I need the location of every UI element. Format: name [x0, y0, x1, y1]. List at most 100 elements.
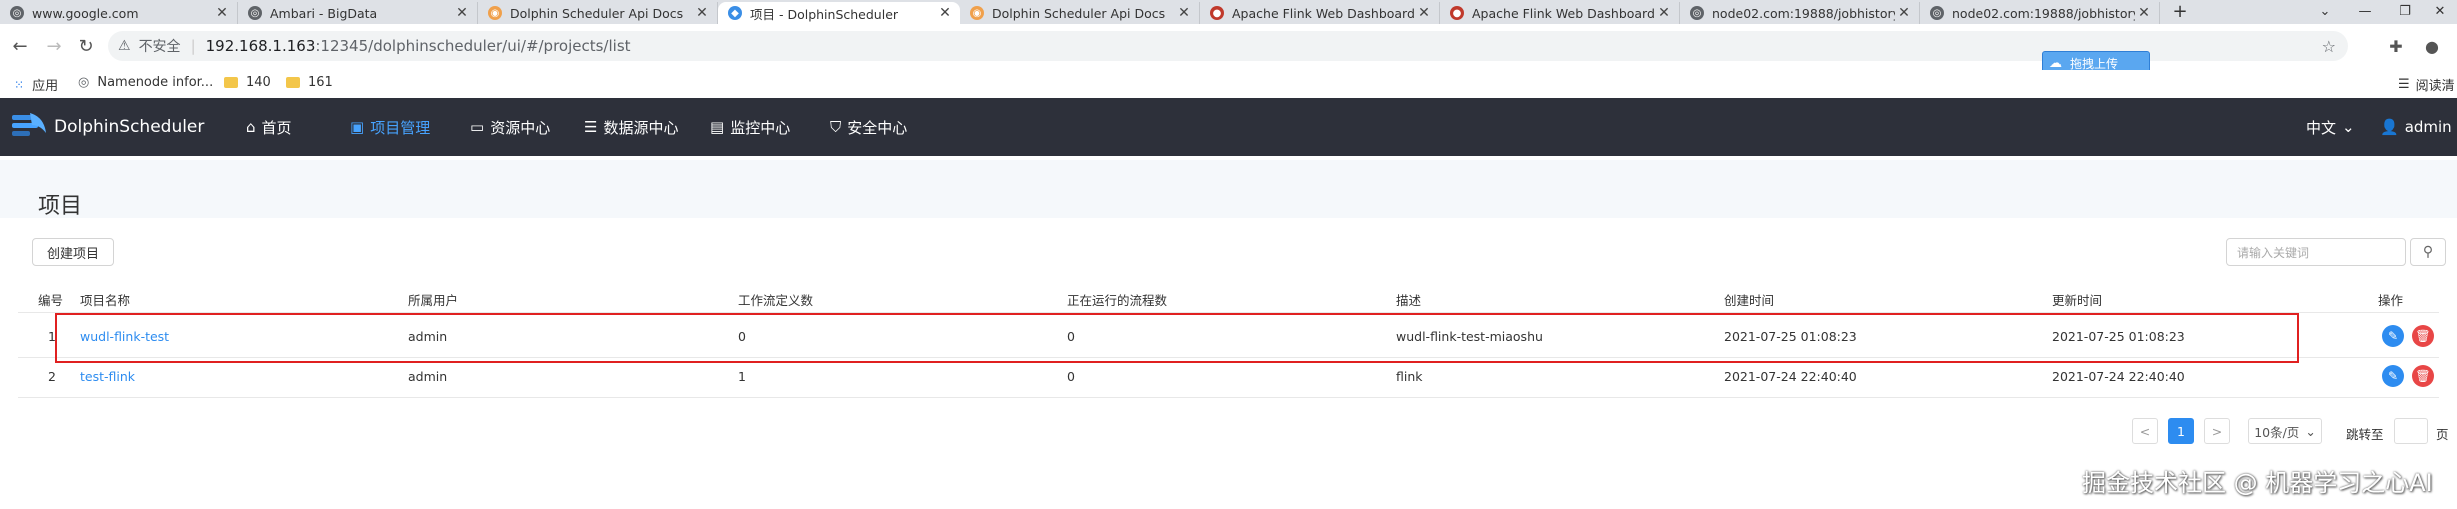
bookmark-140[interactable]: 140	[224, 75, 271, 90]
page-1-button[interactable]: 1	[2168, 418, 2194, 444]
search-input[interactable]: 请输入关键词	[2226, 238, 2406, 266]
highlight-annotation	[55, 313, 2299, 363]
globe-icon: ◎	[78, 75, 90, 90]
bookmark-namenode[interactable]: ◎ Namenode infor...	[78, 75, 213, 90]
browser-tab[interactable]: ◉ Dolphin Scheduler Api Docs ✕	[960, 2, 1200, 24]
close-tab-icon[interactable]: ✕	[1175, 5, 1193, 21]
url-path: :12345/dolphinscheduler/ui/#/projects/li…	[315, 37, 631, 55]
col-actions: 操作	[2378, 293, 2404, 308]
logo[interactable]: DolphinScheduler	[10, 98, 204, 156]
api-docs-icon: ◉	[488, 6, 502, 20]
edit-button[interactable]: ✎	[2382, 365, 2404, 387]
jump-label: 跳转至	[2346, 427, 2384, 442]
trash-icon: 🗑	[2415, 369, 2431, 383]
chevron-down-icon: ⌄	[2342, 118, 2355, 136]
nav-datasource-center[interactable]: ☰ 数据源中心	[584, 98, 678, 156]
profile-icon[interactable]: ●	[2420, 34, 2444, 58]
close-tab-icon[interactable]: ✕	[936, 5, 954, 21]
url-bar[interactable]: ⚠ 不安全 | 192.168.1.163:12345/dolphinsched…	[108, 31, 2348, 61]
close-tab-icon[interactable]: ✕	[1655, 5, 1673, 21]
next-page-button[interactable]: >	[2204, 418, 2230, 444]
create-project-button[interactable]: 创建项目	[32, 238, 114, 266]
forward-icon[interactable]: →	[42, 34, 66, 58]
trash-icon: 🗑	[2415, 329, 2431, 343]
close-tab-icon[interactable]: ✕	[1895, 5, 1913, 21]
divider	[18, 397, 2439, 398]
upload-label: 拖拽上传	[2070, 56, 2119, 71]
reading-list-icon: ☰	[2398, 77, 2410, 92]
edit-icon: ✎	[2387, 369, 2399, 383]
col-update-time: 更新时间	[2052, 293, 2103, 308]
chevron-down-icon: ⌄	[2305, 423, 2316, 439]
flink-squirrel-icon: ●	[1450, 6, 1464, 20]
new-tab-button[interactable]: +	[2160, 0, 2200, 22]
close-tab-icon[interactable]: ✕	[693, 5, 711, 21]
browser-tab[interactable]: ◎ node02.com:19888/jobhistory ✕	[1680, 2, 1920, 24]
user-menu[interactable]: 👤admin ⌄	[2380, 98, 2457, 156]
browser-tab[interactable]: ◉ Dolphin Scheduler Api Docs ✕	[478, 2, 718, 24]
minimize-icon[interactable]: —	[2345, 0, 2385, 22]
globe-icon: ◎	[248, 6, 262, 20]
close-tab-icon[interactable]: ✕	[2135, 5, 2153, 21]
project-icon: ▣	[350, 118, 365, 136]
browser-tab-strip: ◎ www.google.com ✕ ◎ Ambari - BigData ✕ …	[0, 0, 2457, 24]
folder-icon: ▭	[470, 118, 485, 136]
restore-icon[interactable]: ❐	[2385, 0, 2425, 22]
jump-page-input[interactable]	[2394, 418, 2428, 444]
monitor-icon: ▤	[710, 118, 725, 136]
globe-icon: ◎	[10, 6, 24, 20]
prev-page-button[interactable]: <	[2132, 418, 2158, 444]
folder-icon	[286, 77, 300, 88]
home-icon: ⌂	[246, 118, 256, 136]
watermark-text: 掘金技术社区 @ 机器学习之心AI	[2082, 469, 2433, 497]
close-tab-icon[interactable]: ✕	[453, 5, 471, 21]
browser-tab[interactable]: ◎ www.google.com ✕	[0, 2, 238, 24]
extensions-icon[interactable]: ✚	[2384, 34, 2408, 58]
browser-tab[interactable]: ◎ Ambari - BigData ✕	[238, 2, 478, 24]
bookmarks-bar: ⁙ 应用 ◎ Namenode infor... 140 161 ☰ 阅读清	[0, 70, 2457, 99]
nav-project-management[interactable]: ▣ 项目管理	[350, 98, 430, 156]
brand-name: DolphinScheduler	[54, 117, 205, 137]
browser-tab[interactable]: ● Apache Flink Web Dashboard ✕	[1200, 2, 1440, 24]
nav-resource-center[interactable]: ▭ 资源中心	[470, 98, 550, 156]
col-owner: 所属用户	[408, 293, 459, 308]
globe-icon: ◎	[1690, 6, 1704, 20]
folder-icon	[224, 77, 238, 88]
col-description: 描述	[1396, 293, 1422, 308]
api-docs-icon: ◉	[970, 6, 984, 20]
reload-icon[interactable]: ↻	[74, 34, 98, 58]
bookmark-apps[interactable]: ⁙ 应用	[14, 75, 58, 95]
cloud-icon: ☁	[2049, 55, 2062, 71]
nav-monitor-center[interactable]: ▤ 监控中心	[710, 98, 790, 156]
language-switch[interactable]: 中文 ⌄	[2306, 98, 2355, 156]
delete-button[interactable]: 🗑	[2412, 365, 2434, 387]
close-window-icon[interactable]: ✕	[2420, 0, 2457, 22]
project-name-link[interactable]: test-flink	[80, 369, 135, 384]
bookmark-star-icon[interactable]: ☆	[2322, 37, 2336, 56]
browser-tab[interactable]: ◎ node02.com:19888/jobhistory ✕	[1920, 2, 2160, 24]
col-running-count: 正在运行的流程数	[1067, 293, 1168, 308]
nav-security-center[interactable]: ⛉ 安全中心	[830, 98, 907, 156]
jump-suffix: 页	[2436, 427, 2449, 442]
dolphin-logo-icon	[12, 113, 46, 136]
bookmark-161[interactable]: 161	[286, 75, 333, 90]
nav-home[interactable]: ⌂ 首页	[246, 98, 292, 156]
flink-squirrel-icon: ●	[1210, 6, 1224, 20]
warning-icon: ⚠	[118, 38, 131, 54]
close-tab-icon[interactable]: ✕	[213, 5, 231, 21]
col-project-name: 项目名称	[80, 293, 131, 308]
tab-search-icon[interactable]: ⌄	[2305, 0, 2345, 22]
back-icon[interactable]: ←	[8, 34, 32, 58]
browser-tab-active[interactable]: ◆ 项目 - DolphinScheduler ✕	[718, 2, 960, 24]
edit-button[interactable]: ✎	[2382, 325, 2404, 347]
close-tab-icon[interactable]: ✕	[1415, 5, 1433, 21]
browser-tab[interactable]: ● Apache Flink Web Dashboard ✕	[1440, 2, 1680, 24]
page-header	[0, 160, 2457, 218]
delete-button[interactable]: 🗑	[2412, 325, 2434, 347]
apps-grid-icon: ⁙	[14, 77, 25, 92]
reading-list[interactable]: ☰ 阅读清	[2398, 75, 2455, 94]
search-button[interactable]: ⚲	[2410, 238, 2446, 266]
url-separator: |	[190, 37, 196, 55]
page-size-select[interactable]: 10条/页 ⌄	[2248, 418, 2322, 444]
search-icon: ⚲	[2422, 244, 2434, 260]
